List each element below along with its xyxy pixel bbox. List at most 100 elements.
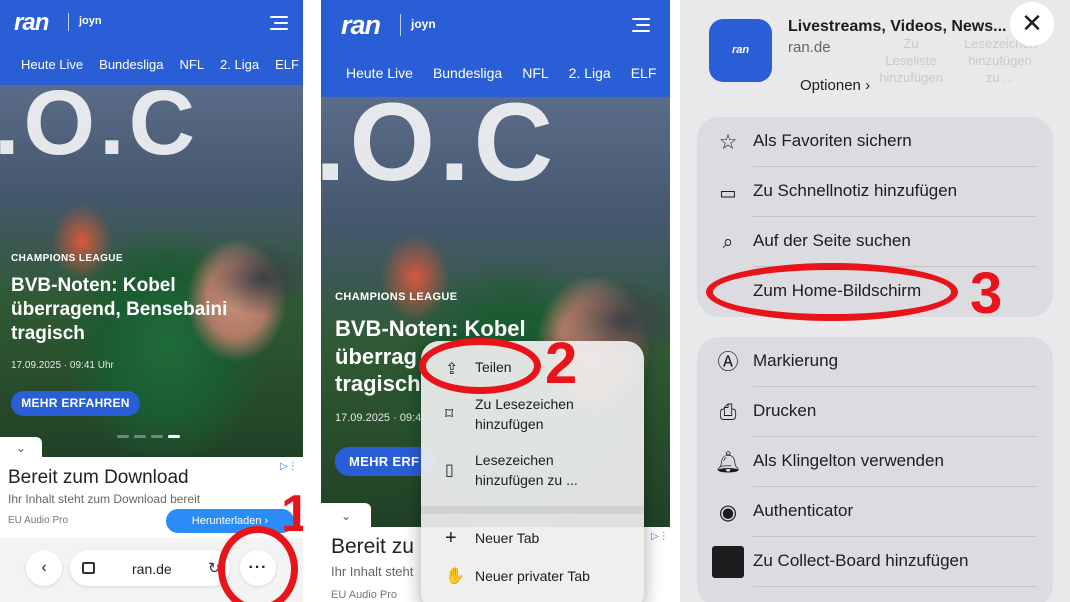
headline-line: überragend, Bensebaini — [11, 298, 228, 320]
action-label: Zu Schnellnotiz hinzufügen — [753, 181, 958, 200]
hero-background-text: .O.C — [0, 85, 200, 174]
row-divider — [753, 586, 1037, 587]
nav-item[interactable]: Heute Live — [21, 57, 83, 72]
bell-icon: 🔔︎ — [714, 451, 742, 474]
joyn-logo[interactable]: joyn — [411, 17, 436, 31]
action-print[interactable]: ⎙ Drucken — [697, 387, 1053, 437]
menu-icon[interactable] — [632, 18, 650, 36]
action-label: Zu Collect-Board hinzufügen — [753, 551, 969, 570]
menu-icon[interactable] — [270, 16, 288, 34]
hero-image[interactable]: .O.C CHAMPIONS LEAGUE BVB-Noten: Kobel ü… — [0, 85, 303, 457]
action-markup[interactable]: Ⓐ Markierung — [697, 337, 1053, 387]
ran-logo[interactable]: ran — [341, 10, 381, 41]
main-nav: Heute Live Bundesliga NFL 2. Liga ELF — [21, 57, 303, 72]
ad-brand: EU Audio Pro — [331, 589, 398, 601]
address-bar[interactable]: ran.de ↻ — [70, 550, 230, 586]
options-button[interactable]: Optionen › — [800, 77, 870, 94]
nav-item[interactable]: NFL — [522, 65, 548, 81]
chevron-right-icon: › — [865, 77, 871, 94]
screenshot-step-3: Zu Leseliste hinzufügen Lesezeichen hinz… — [680, 0, 1070, 602]
app-icon: ran — [709, 19, 772, 82]
action-label: Markierung — [753, 351, 839, 370]
find-on-page-icon: ⌕ — [722, 232, 734, 253]
printer-icon: ⎙ — [719, 401, 737, 424]
article-date: 17.09.2025 · 09:4 — [335, 412, 422, 424]
share-actions-group-2: Ⓐ Markierung ⎙ Drucken 🔔︎ Als Klingelton… — [697, 337, 1053, 602]
ad-brand: EU Audio Pro — [8, 515, 69, 526]
menu-item-new-private-tab[interactable]: ✋ Neuer privater Tab — [421, 563, 644, 593]
menu-separator — [421, 506, 644, 514]
action-label: Authenticator — [753, 501, 854, 520]
chevron-down-icon[interactable]: ⌄ — [321, 503, 371, 529]
book-icon: ▯ — [445, 462, 454, 479]
more-button[interactable]: MEHR ERF — [335, 447, 435, 476]
screenshot-step-2: ran joyn Heute Live Bundesliga NFL 2. Li… — [321, 0, 670, 602]
logo-divider — [68, 13, 69, 31]
action-quick-note[interactable]: ▭ Zu Schnellnotiz hinzufügen — [697, 167, 1053, 217]
options-label: Optionen — [800, 77, 861, 94]
star-icon: ☆ — [718, 131, 738, 154]
step-number-1: 1 — [281, 485, 303, 543]
nav-item[interactable]: 2. Liga — [220, 57, 259, 72]
adchoices-icon[interactable]: ▷⋮ — [651, 531, 669, 542]
article-headline[interactable]: BVB-Noten: Kobel überragend, Bensebaini … — [11, 274, 227, 346]
ad-subtitle: Ihr Inhalt steht zum Download bereit — [8, 492, 201, 506]
ad-title: Bereit zum Download — [8, 467, 189, 488]
joyn-logo[interactable]: joyn — [79, 15, 102, 27]
collect-board-icon: ▪▪ — [712, 546, 744, 578]
nav-item[interactable]: Bundesliga — [433, 65, 502, 81]
quick-note-icon: ▭ — [719, 183, 737, 203]
ran-logo[interactable]: ran — [14, 9, 49, 37]
highlight-ring-3 — [706, 263, 958, 321]
screenshot-step-1: ran joyn Heute Live Bundesliga NFL 2. Li… — [0, 0, 303, 602]
menu-item-label: Zu Lesezeichen hinzufügen — [475, 396, 574, 432]
main-nav: Heute Live Bundesliga NFL 2. Liga ELF — [346, 65, 670, 81]
hero-background-text: .O.C — [321, 97, 558, 204]
site-header: ran joyn Heute Live Bundesliga NFL 2. Li… — [0, 0, 303, 85]
logo-divider — [400, 14, 401, 36]
nav-item[interactable]: ELF — [275, 57, 299, 72]
share-title: Livestreams, Videos, News... — [788, 18, 1007, 35]
back-icon[interactable]: ‹ — [26, 550, 62, 586]
menu-item-label: Neuer privater Tab — [475, 568, 590, 584]
headline-line: BVB-Noten: Kobel — [11, 275, 176, 296]
step-number-2: 2 — [545, 331, 578, 396]
action-label: Als Favoriten sichern — [753, 131, 912, 150]
plus-icon: + — [445, 527, 457, 549]
action-authenticator[interactable]: ◉ Authenticator — [697, 487, 1053, 537]
action-label: Als Klingelton verwenden — [753, 451, 944, 470]
ad-subtitle: Ihr Inhalt steht — [331, 564, 414, 579]
nav-item[interactable]: NFL — [179, 57, 204, 72]
article-tag: CHAMPIONS LEAGUE — [335, 291, 458, 303]
article-tag: CHAMPIONS LEAGUE — [11, 253, 123, 264]
page-menu-icon[interactable] — [82, 562, 95, 574]
ad-title: Bereit zu — [331, 535, 414, 558]
action-label: Auf der Seite suchen — [753, 231, 911, 250]
headline-line: tragisch — [11, 322, 85, 344]
action-label: Drucken — [753, 401, 817, 420]
hand-icon: ✋ — [445, 568, 465, 585]
action-ringtone[interactable]: 🔔︎ Als Klingelton verwenden — [697, 437, 1053, 487]
menu-item-add-bookmark-to[interactable]: ▯ Lesezeichen hinzufügen zu ... — [421, 449, 644, 495]
share-url: ran.de — [788, 39, 831, 56]
highlight-ring-2 — [419, 338, 541, 394]
nav-item[interactable]: Bundesliga — [99, 57, 163, 72]
nav-item[interactable]: 2. Liga — [569, 65, 611, 81]
close-icon[interactable]: ✕ — [1010, 2, 1054, 46]
adchoices-icon[interactable]: ▷⋮ — [280, 461, 298, 472]
markup-icon: Ⓐ — [717, 351, 739, 374]
chevron-down-icon[interactable]: ⌄ — [0, 437, 42, 459]
action-add-favorites[interactable]: ☆ Als Favoriten sichern — [697, 117, 1053, 167]
authenticator-icon: ◉ — [718, 501, 738, 524]
nav-item[interactable]: Heute Live — [346, 65, 413, 81]
menu-item-label: Lesezeichen hinzufügen zu ... — [475, 452, 578, 488]
step-number-3: 3 — [970, 261, 1003, 326]
menu-item-add-bookmark[interactable]: ⌑ Zu Lesezeichen hinzufügen — [421, 393, 644, 439]
nav-item[interactable]: ELF — [631, 65, 657, 81]
carousel-dots[interactable] — [117, 435, 180, 438]
site-header: ran joyn Heute Live Bundesliga NFL 2. Li… — [321, 0, 670, 97]
more-button[interactable]: MEHR ERFAHREN — [11, 391, 140, 416]
bookmark-icon: ⌑ — [445, 406, 454, 423]
menu-item-new-tab[interactable]: + Neuer Tab — [421, 525, 644, 555]
action-collect-board[interactable]: ▪▪ Zu Collect-Board hinzufügen — [697, 537, 1053, 587]
